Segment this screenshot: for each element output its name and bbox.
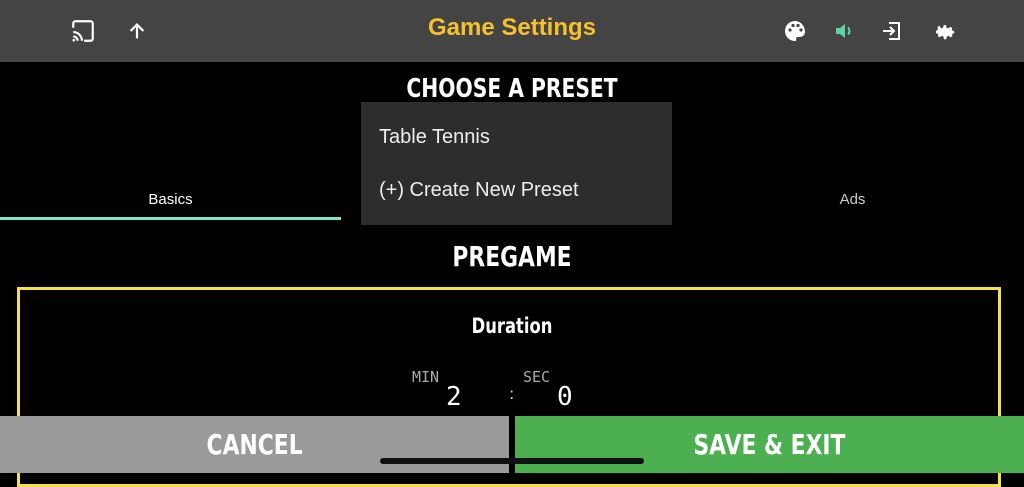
section-title: PREGAME <box>452 240 572 273</box>
exit-icon[interactable] <box>877 16 907 46</box>
sec-label: SEC <box>523 368 551 386</box>
page-title: Game Settings <box>427 14 597 41</box>
create-new-preset-option[interactable]: (+) Create New Preset <box>379 179 579 202</box>
tab-ads[interactable]: Ads <box>682 178 1023 220</box>
footer-actions: CANCEL SAVE & EXIT <box>0 416 1024 473</box>
sec-value[interactable]: 0 <box>557 382 573 412</box>
volume-icon[interactable] <box>829 16 859 46</box>
cancel-button[interactable]: CANCEL <box>0 416 509 473</box>
preset-heading: CHOOSE A PRESET <box>406 74 618 104</box>
cancel-button-label: CANCEL <box>206 428 303 461</box>
save-exit-button-label: SAVE & EXIT <box>693 428 846 461</box>
min-label: MIN <box>412 368 440 386</box>
min-value[interactable]: 2 <box>446 382 462 412</box>
tab-basics[interactable]: Basics <box>0 178 341 220</box>
gear-icon[interactable] <box>930 16 960 46</box>
palette-icon[interactable] <box>780 16 810 46</box>
active-tab-indicator <box>0 217 341 220</box>
home-indicator <box>380 458 644 464</box>
preset-dropdown-menu: Table Tennis (+) Create New Preset <box>361 102 672 225</box>
top-bar: Game Settings <box>0 0 1024 62</box>
preset-option-table-tennis[interactable]: Table Tennis <box>379 126 490 149</box>
time-separator: : <box>509 384 515 403</box>
save-exit-button[interactable]: SAVE & EXIT <box>515 416 1024 473</box>
duration-label: Duration <box>471 314 553 338</box>
